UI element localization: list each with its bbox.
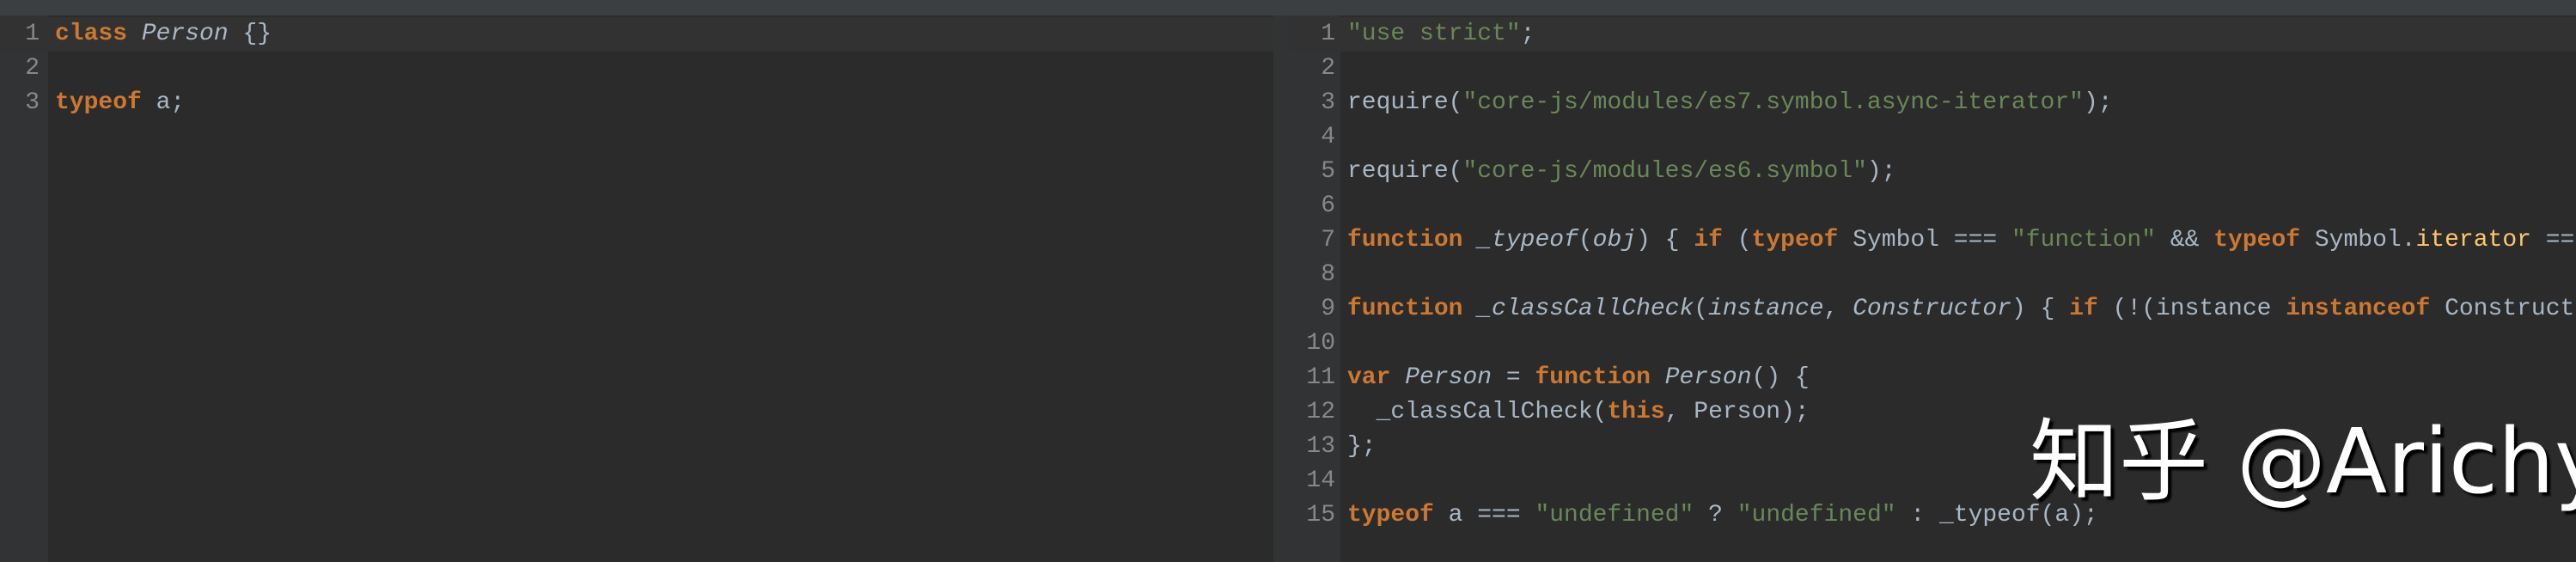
code-token: Symbol.: [2300, 227, 2416, 254]
line-number: 14: [1306, 467, 1335, 494]
code-token: this: [1607, 399, 1665, 425]
code-token: function: [1347, 227, 1463, 254]
line-number: 13: [1306, 433, 1335, 460]
code-token: "undefined": [1737, 502, 1896, 528]
code-token: Person: [141, 21, 229, 47]
code-line[interactable]: 5 require("core-js/modules/es6.symbol");: [1289, 155, 2576, 189]
code-token: obj: [1592, 227, 1637, 254]
code-token: "core-js/modules/es7.symbol.async-iterat…: [1462, 89, 2084, 116]
line-number: 6: [1321, 192, 1335, 219]
panel-divider[interactable]: [1273, 15, 1289, 562]
code-token: =: [1492, 364, 1535, 391]
line-number: 12: [1306, 399, 1335, 425]
code-line[interactable]: 10: [1289, 327, 2576, 361]
code-token: var: [1347, 364, 1391, 391]
line-number: 1: [25, 21, 40, 47]
code-token: require(: [1347, 89, 1463, 116]
code-token: Person: [1405, 364, 1492, 391]
code-token: ?: [1694, 502, 1737, 528]
watermark: 知乎 @Arichy: [2030, 409, 2576, 514]
code-token: {}: [228, 21, 272, 47]
line-number: 10: [1306, 330, 1335, 357]
code-line[interactable]: 8: [1289, 258, 2576, 292]
code-token: (: [1694, 296, 1709, 322]
code-token: if: [1694, 227, 1723, 254]
code-token: Constructor: [1853, 296, 2011, 322]
code-token: ,: [1823, 296, 1853, 322]
code-token: () {: [1751, 364, 1810, 391]
code-token: instance: [1708, 296, 1824, 322]
line-number: 7: [1321, 227, 1335, 254]
source-editor[interactable]: 1 class Person {} 2 3 typeof a;: [0, 15, 1273, 562]
code-token: typeof: [2213, 227, 2301, 254]
code-lines[interactable]: 1 class Person {} 2 3 typeof a;: [0, 17, 1273, 120]
code-token: (: [1722, 227, 1752, 254]
code-line[interactable]: 2: [0, 52, 1273, 86]
code-token: , Person);: [1664, 399, 1810, 425]
code-line[interactable]: 1 class Person {}: [0, 17, 1273, 52]
code-token: a;: [141, 89, 186, 116]
line-number: 2: [25, 55, 40, 82]
code-token: "core-js/modules/es6.symbol": [1462, 158, 1867, 185]
code-token: typeof: [1347, 502, 1434, 528]
code-token: a ===: [1433, 502, 1535, 528]
line-number: 8: [1321, 261, 1335, 288]
code-token: Construct: [2430, 296, 2575, 322]
code-token: ;: [1520, 21, 1535, 47]
code-token: instanceof: [2286, 296, 2431, 322]
code-token: );: [2083, 89, 2113, 116]
code-token: iterator: [2415, 227, 2531, 254]
line-number: 9: [1321, 296, 1335, 322]
code-token: "function": [2011, 227, 2157, 254]
code-token: "use strict": [1347, 21, 1521, 47]
code-line[interactable]: 1 "use strict";: [1289, 17, 2576, 52]
code-line[interactable]: 2: [1289, 52, 2576, 86]
code-token: );: [1866, 158, 1896, 185]
line-number: 3: [1321, 89, 1335, 116]
code-token: require(: [1347, 158, 1463, 185]
code-token: typeof: [55, 89, 142, 116]
line-number: 15: [1306, 502, 1335, 528]
code-token: (!(instance: [2097, 296, 2286, 322]
code-token: typeof: [1751, 227, 1839, 254]
code-token: class: [55, 21, 128, 47]
code-token: };: [1347, 433, 1377, 460]
code-line[interactable]: 6: [1289, 189, 2576, 223]
line-number: 3: [25, 89, 40, 116]
code-token: (: [1578, 227, 1593, 254]
line-number: 11: [1306, 364, 1335, 391]
code-token: if: [2069, 296, 2098, 322]
code-token: _classCallCheck: [1477, 296, 1694, 322]
top-bar: [0, 0, 2576, 15]
code-token: &&: [2156, 227, 2214, 254]
code-token: ) {: [2011, 296, 2070, 322]
code-token: ==: [2530, 227, 2575, 254]
line-number: 1: [1321, 21, 1335, 47]
code-line[interactable]: 3 typeof a;: [0, 86, 1273, 120]
code-token: _typeof: [1477, 227, 1578, 254]
code-token: function: [1535, 364, 1651, 391]
code-token: ) {: [1636, 227, 1694, 254]
code-token: Symbol ===: [1838, 227, 2011, 254]
line-number: 5: [1321, 158, 1335, 185]
line-number: 2: [1321, 55, 1335, 82]
code-token: "undefined": [1535, 502, 1694, 528]
line-number: 4: [1321, 124, 1335, 150]
code-token: _classCallCheck(: [1347, 399, 1608, 425]
code-line[interactable]: 4: [1289, 120, 2576, 155]
code-token: function: [1347, 296, 1463, 322]
code-line[interactable]: 7 function _typeof(obj) { if (typeof Symb…: [1289, 223, 2576, 258]
code-line[interactable]: 9 function _classCallCheck(instance, Cons…: [1289, 292, 2576, 327]
code-line[interactable]: 3 require("core-js/modules/es7.symbol.asy…: [1289, 86, 2576, 120]
code-token: Person: [1664, 364, 1752, 391]
